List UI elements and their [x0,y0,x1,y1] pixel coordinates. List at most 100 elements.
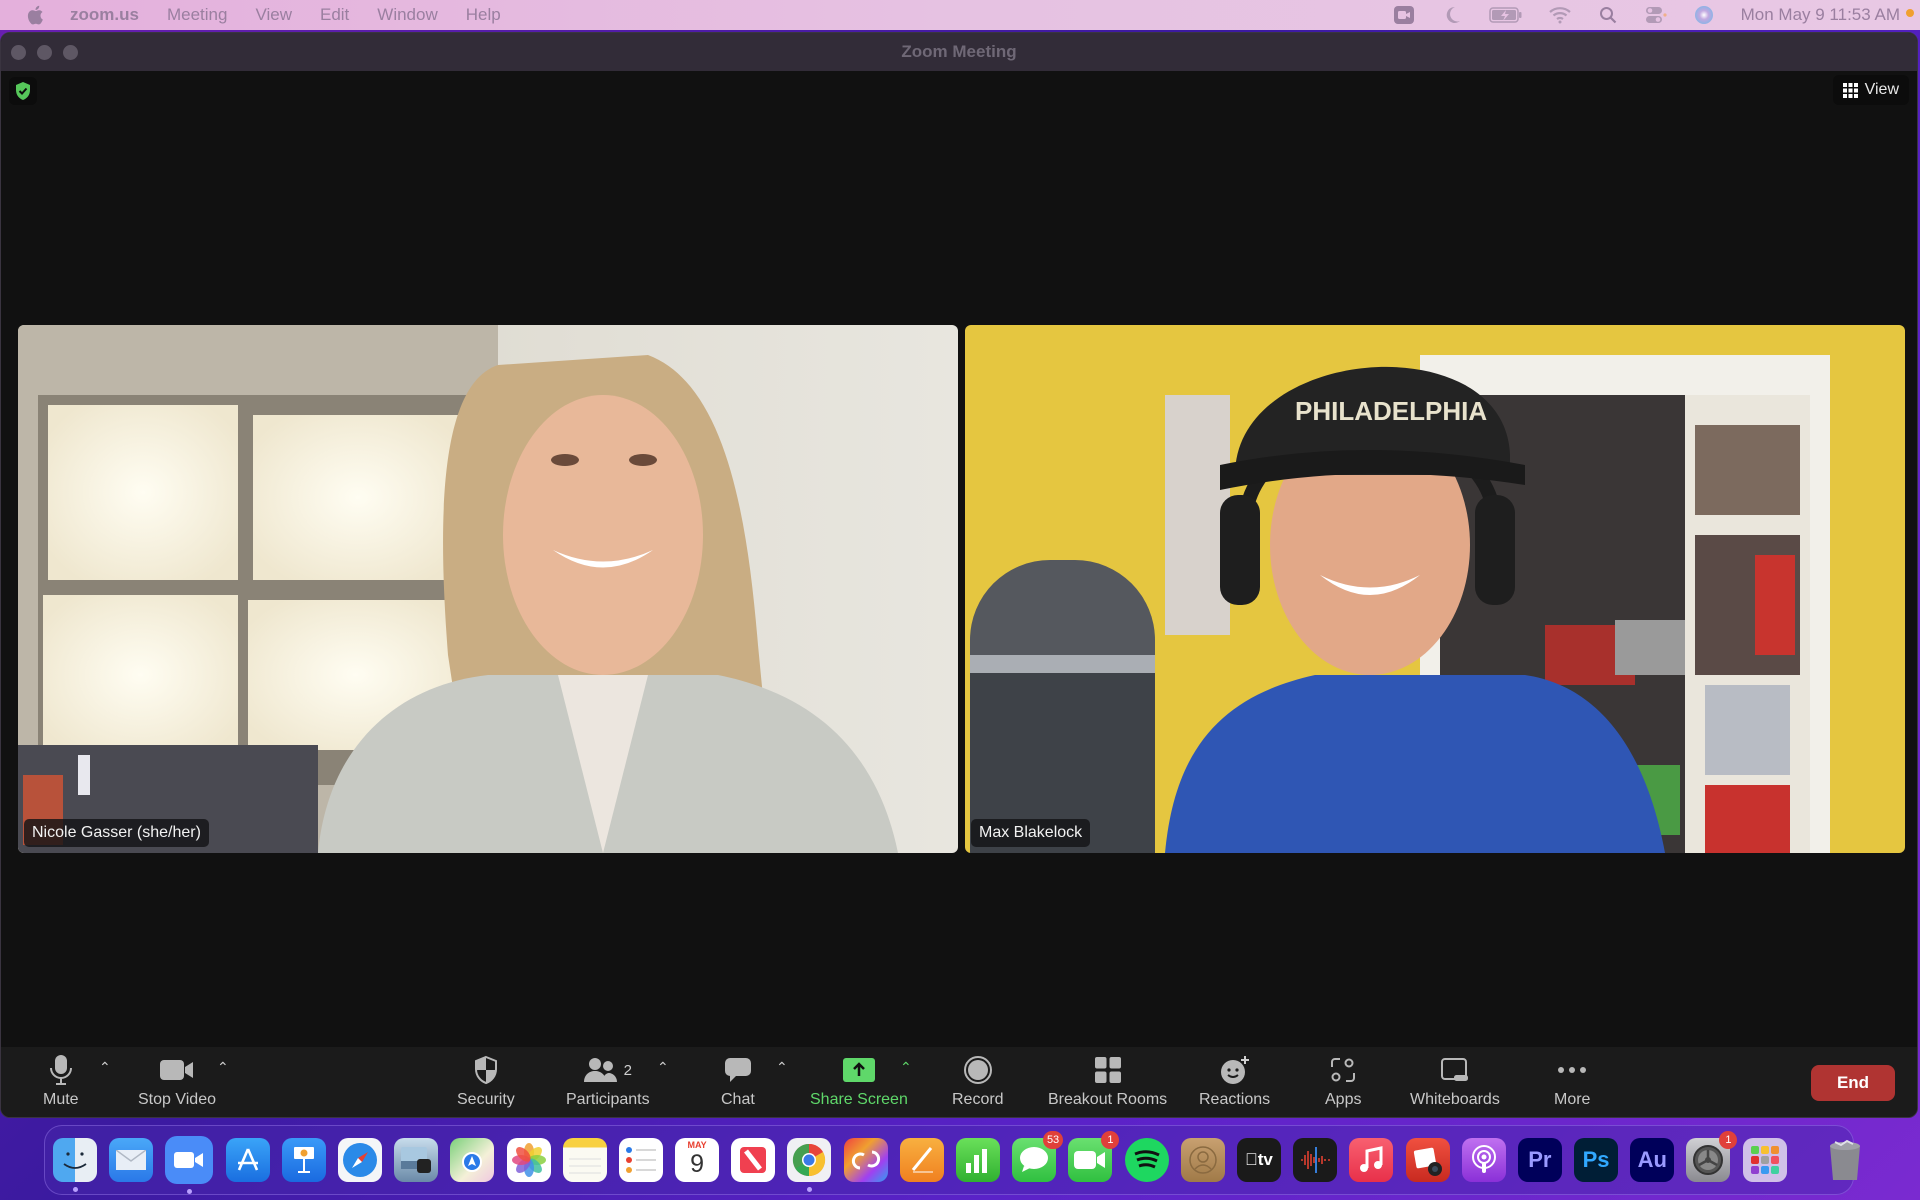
wifi-icon[interactable] [1548,4,1571,26]
do-not-disturb-moon-icon[interactable] [1441,4,1463,26]
chat-button[interactable]: Chat [721,1053,755,1109]
keynote-podium-icon [293,1147,314,1173]
menu-meeting[interactable]: Meeting [167,5,227,25]
dock-zoom[interactable] [165,1136,214,1194]
dock-news[interactable] [731,1138,776,1182]
dock-launchpad[interactable] [1742,1138,1787,1182]
dock-trash[interactable] [1823,1138,1867,1182]
mute-button[interactable]: Mute [43,1053,79,1109]
facetime-camera-icon [1074,1151,1106,1169]
security-button[interactable]: Security [457,1053,515,1109]
dock-photos[interactable] [506,1138,551,1182]
dock-apple-tv[interactable]: tv [1236,1138,1281,1182]
participants-label: Participants [566,1091,650,1108]
video-tile-participant[interactable]: PHILADELPHIA Max Blakelock [965,325,1905,853]
apps-button[interactable]: Apps [1325,1053,1361,1109]
participants-button[interactable]: 2 Participants [566,1053,650,1109]
stop-video-label: Stop Video [138,1091,216,1108]
end-meeting-button[interactable]: End [1811,1065,1895,1101]
control-center-icon[interactable] [1645,4,1667,26]
minimize-window-button[interactable] [37,45,52,60]
dock-calendar[interactable]: MAY 9 [675,1138,720,1182]
dock-spotify[interactable] [1124,1138,1169,1182]
record-button[interactable]: Record [952,1053,1004,1109]
calendar-day: 9 [690,1150,705,1178]
dock-contacts[interactable] [1180,1138,1225,1182]
video-tile-participant[interactable]: Nicole Gasser (she/her) [18,325,958,853]
dock-audition[interactable]: Au [1630,1138,1675,1182]
app-store-a-icon [237,1148,258,1171]
window-titlebar[interactable]: Zoom Meeting [1,33,1917,71]
menu-bar-clock[interactable]: Mon May 9 11:53 AM [1741,5,1900,25]
view-layout-button[interactable]: View [1832,75,1909,105]
participants-icon [583,1058,617,1082]
menu-bar: zoom.us Meeting View Edit Window Help Mo… [0,0,1920,30]
record-label: Record [952,1091,1004,1108]
dock-photo-booth[interactable] [1405,1138,1450,1182]
encryption-shield-badge[interactable] [9,77,37,105]
menu-window[interactable]: Window [377,5,437,25]
share-screen-arrow-icon [842,1053,875,1087]
dock-notes[interactable] [562,1138,607,1182]
svg-text:PHILADELPHIA: PHILADELPHIA [1295,396,1487,426]
menu-edit[interactable]: Edit [320,5,349,25]
participants-options-caret-icon[interactable]: ⌃ [657,1059,669,1076]
more-button[interactable]: More [1554,1053,1590,1109]
reactions-button[interactable]: Reactions [1199,1053,1270,1109]
dock-app-store[interactable] [225,1138,270,1182]
dock-finder[interactable] [53,1138,97,1192]
dock-messages[interactable]: 53 [1012,1131,1064,1182]
numbers-chart-icon [966,1149,987,1173]
share-options-caret-icon[interactable]: ⌃ [900,1059,912,1076]
close-window-button[interactable] [11,45,26,60]
zoom-video-icon[interactable] [1393,4,1415,26]
dock-keynote[interactable] [281,1138,326,1182]
dock-pages[interactable] [899,1138,944,1182]
video-camera-icon [160,1053,194,1087]
apple-menu-icon[interactable] [26,5,44,25]
dock-mail[interactable] [109,1138,154,1182]
dock-creative-cloud[interactable] [843,1138,888,1182]
siri-icon[interactable] [1693,4,1715,26]
spotlight-search-icon[interactable] [1597,4,1619,26]
spotify-waves-icon [1133,1150,1160,1169]
apps-icon [1330,1053,1356,1087]
dock-numbers[interactable] [956,1138,1000,1182]
whiteboards-button[interactable]: Whiteboards [1410,1053,1500,1109]
dock-podcasts[interactable] [1461,1138,1506,1182]
menu-view[interactable]: View [255,5,292,25]
apple-tv-text: tv [1251,1150,1273,1169]
breakout-rooms-button[interactable]: Breakout Rooms [1048,1053,1167,1109]
stop-video-button[interactable]: Stop Video [138,1053,216,1109]
video-options-caret-icon[interactable]: ⌃ [217,1059,229,1076]
menu-bar-status-area: Mon May 9 11:53 AM [1393,0,1920,30]
fullscreen-window-button[interactable] [63,45,78,60]
dock-premiere-pro[interactable]: Pr [1517,1138,1562,1182]
dock-preview[interactable] [394,1138,439,1182]
window-controls [11,45,78,60]
dock-maps[interactable] [450,1138,495,1182]
more-label: More [1554,1091,1591,1108]
dock-system-preferences[interactable]: 1 [1686,1131,1738,1182]
dock-reminders[interactable] [618,1138,663,1182]
audio-options-caret-icon[interactable]: ⌃ [99,1059,111,1076]
dock-voice-memos[interactable] [1293,1138,1338,1182]
chat-options-caret-icon[interactable]: ⌃ [776,1059,788,1076]
breakout-rooms-grid-icon [1094,1053,1122,1087]
participant-name-tag: Nicole Gasser (she/her) [24,819,209,847]
battery-charging-icon[interactable] [1488,4,1523,26]
creative-cloud-icon [851,1150,880,1170]
zoom-camera-icon [174,1152,204,1168]
launchpad-grid-icon [1750,1146,1779,1174]
dock-safari[interactable] [337,1138,382,1182]
menu-app-name[interactable]: zoom.us [70,5,139,25]
share-screen-button[interactable]: Share Screen [810,1053,908,1109]
dock-chrome[interactable] [787,1138,832,1192]
shield-check-icon [16,82,30,100]
dock-photoshop[interactable]: Ps [1574,1138,1619,1182]
dock-music[interactable] [1349,1138,1394,1182]
mute-label: Mute [43,1091,79,1108]
dock-facetime[interactable]: 1 [1068,1131,1120,1182]
reactions-smiley-icon [1220,1053,1250,1087]
menu-help[interactable]: Help [466,5,501,25]
